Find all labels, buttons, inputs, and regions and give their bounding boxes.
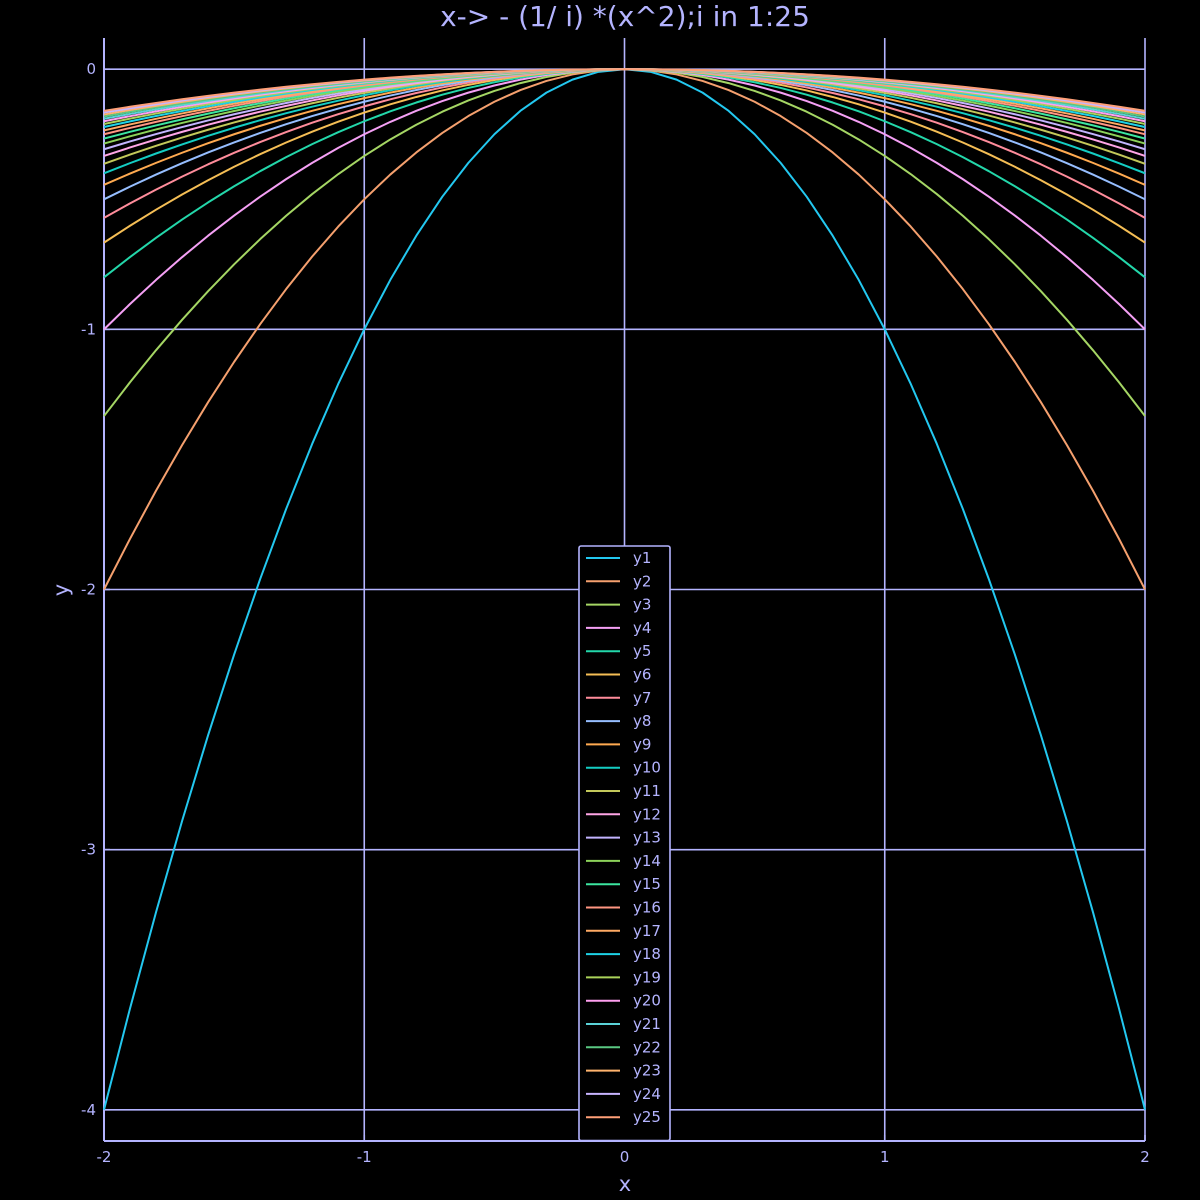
x-tick-label: -1 (357, 1148, 372, 1166)
legend-label-y6: y6 (633, 666, 651, 684)
y-axis-label: y (49, 584, 73, 596)
legend-label-y23: y23 (633, 1062, 661, 1080)
legend-label-y2: y2 (633, 572, 651, 590)
y-tick-label: -4 (81, 1101, 96, 1119)
legend-label-y1: y1 (633, 549, 651, 567)
legend-label-y16: y16 (633, 899, 661, 917)
legend-label-y18: y18 (633, 945, 661, 963)
legend-label-y15: y15 (633, 875, 661, 893)
legend-label-y3: y3 (633, 596, 651, 614)
legend-label-y11: y11 (633, 782, 661, 800)
legend-label-y12: y12 (633, 805, 661, 823)
legend-label-y24: y24 (633, 1085, 661, 1103)
y-tick-label: -3 (81, 841, 96, 859)
legend-label-y20: y20 (633, 992, 661, 1010)
x-tick-label: 0 (620, 1148, 630, 1166)
legend: y1 y2 y3 y4 y5 y6 y7 y8 y9 y10 y11 y12 y13 y14 y15 y16 y… (578, 545, 671, 1142)
legend-label-y8: y8 (633, 712, 651, 730)
legend-label-y21: y21 (633, 1015, 661, 1033)
legend-label-y25: y25 (633, 1108, 661, 1126)
legend-label-y14: y14 (633, 852, 661, 870)
y-tick-label: 0 (86, 60, 96, 78)
legend-label-y22: y22 (633, 1038, 661, 1056)
legend-label-y4: y4 (633, 619, 651, 637)
x-tick-label: 1 (880, 1148, 890, 1166)
legend-label-y7: y7 (633, 689, 651, 707)
legend-label-y17: y17 (633, 922, 661, 940)
x-tick-label: 2 (1140, 1148, 1150, 1166)
legend-label-y19: y19 (633, 968, 661, 986)
legend-label-y9: y9 (633, 735, 651, 753)
x-tick-label: -2 (97, 1148, 112, 1166)
x-axis-label: x (619, 1172, 631, 1196)
legend-label-y5: y5 (633, 642, 651, 660)
chart-title: x-> - (1/ i) *(x^2);i in 1:25 (440, 0, 810, 33)
y-tick-label: -2 (81, 581, 96, 599)
legend-label-y13: y13 (633, 829, 661, 847)
legend-label-y10: y10 (633, 759, 661, 777)
chart: -2 -1 0 1 20-1-2-3-4 y1y2y3y4y5y6y7y8y9y10y1… (0, 0, 1200, 1200)
y-tick-label: -1 (81, 320, 96, 338)
